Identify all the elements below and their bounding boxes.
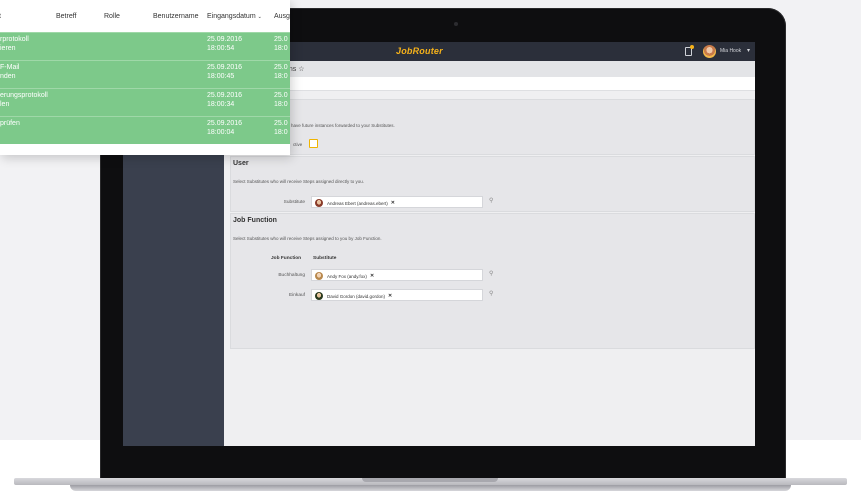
search-icon[interactable]: ⚲ [489, 290, 493, 297]
step-name-line2: ieren [0, 45, 16, 52]
step-name: F-Mail [0, 64, 20, 71]
inbox-rows: rprotokoll ieren 25.09.2016 18:00:54 25.… [0, 32, 290, 144]
column-header[interactable]: Rolle [104, 13, 120, 20]
step-name: erungsprotokoll [0, 92, 48, 99]
received-date: 25.09.2016 [207, 36, 243, 43]
column-header-sorted[interactable]: Eingangsdatum ⌄ [207, 13, 262, 20]
column-header[interactable]: Ausg [274, 13, 290, 20]
remove-icon[interactable]: ✕ [370, 273, 374, 279]
substitute-chip: Andreas Ebert (andreas.ebert) ✕ [315, 199, 395, 207]
substitute-settings-panel: have future instances forwarded to your … [230, 99, 755, 155]
user-panel: User Select Substitutes who will receive… [230, 156, 755, 212]
job-function-section-description: Select Substitutes who will receive Step… [233, 236, 382, 241]
user-section-description: Select Substitutes who will receive Step… [233, 179, 365, 184]
substitute-chip-label: Andy Fox (andy.fox) [327, 273, 367, 279]
column-header[interactable]: t [0, 13, 1, 20]
job-function-section-title: Job Function [233, 217, 277, 224]
caret-down-icon[interactable]: ▾ [747, 47, 750, 54]
column-header[interactable]: Benutzername [153, 13, 199, 20]
laptop-camera [454, 22, 458, 26]
table-row[interactable]: F-Mail nden 25.09.2016 18:00:45 25.0 18:… [0, 60, 290, 88]
job-function-name: Buchhaltung [278, 273, 305, 278]
substitute-chip-label: David Gordon (david.gordon) [327, 293, 386, 299]
substitute-chip: Andy Fox (andy.fox) ✕ [315, 272, 374, 280]
search-icon[interactable]: ⚲ [489, 270, 493, 277]
avatar [315, 199, 323, 207]
avatar [315, 272, 323, 280]
substitute-field[interactable]: Andreas Ebert (andreas.ebert) ✕ [311, 196, 483, 208]
user-section-title: User [233, 160, 249, 167]
table-header: t Betreff Rolle Benutzername Eingangsdat… [0, 0, 290, 32]
job-function-name: Einkauf [289, 293, 305, 298]
main-content: ons ☆ have future instances forwarded to… [224, 61, 755, 446]
sort-caret-icon: ⌄ [257, 14, 262, 20]
laptop-base-edge [70, 485, 791, 491]
step-name-line2: len [0, 101, 10, 108]
user-name[interactable]: Mia Hook [720, 48, 741, 54]
out-date: 25.0 [274, 36, 288, 43]
out-date: 25.0 [274, 92, 288, 99]
substitute-chip: David Gordon (david.gordon) ✕ [315, 292, 392, 300]
step-name: prüfen [0, 120, 20, 127]
out-date: 25.0 [274, 64, 288, 71]
active-checkbox[interactable] [309, 139, 318, 148]
col-job-function: Job Function [271, 256, 302, 261]
sub-title-bar [224, 77, 755, 91]
substitute-chip-label: Andreas Ebert (andreas.ebert) [327, 200, 388, 206]
step-name: rprotokoll [0, 36, 29, 43]
out-time: 18:0 [274, 101, 288, 108]
intro-text: have future instances forwarded to your … [291, 123, 395, 128]
table-row[interactable]: erungsprotokoll len 25.09.2016 18:00:34 … [0, 88, 290, 116]
step-name-line2: nden [0, 73, 16, 80]
laptop-notch [362, 478, 498, 482]
brand-logo: JobRouter [396, 46, 443, 56]
substitute-label: Substitute [283, 200, 305, 205]
stage: JobRouter Mia Hook ▾ ons ☆ have future i… [0, 0, 861, 496]
received-time: 18:00:34 [207, 101, 235, 108]
out-date: 25.0 [274, 120, 288, 127]
substitute-field[interactable]: Andy Fox (andy.fox) ✕ [311, 269, 483, 281]
table-row[interactable]: prüfen 25.09.2016 18:00:04 25.0 18:0 [0, 116, 290, 144]
out-time: 18:0 [274, 129, 288, 136]
received-date: 25.09.2016 [207, 92, 243, 99]
remove-icon[interactable]: ✕ [391, 200, 395, 206]
out-time: 18:0 [274, 73, 288, 80]
column-header[interactable]: Betreff [56, 13, 77, 20]
column-header-label: Eingangsdatum [207, 13, 256, 20]
table-row[interactable]: rprotokoll ieren 25.09.2016 18:00:54 25.… [0, 32, 290, 60]
search-icon[interactable]: ⚲ [489, 197, 493, 204]
substitute-field[interactable]: David Gordon (david.gordon) ✕ [311, 289, 483, 301]
avatar [315, 292, 323, 300]
out-time: 18:0 [274, 45, 288, 52]
received-time: 18:00:54 [207, 45, 235, 52]
remove-icon[interactable]: ✕ [388, 293, 392, 299]
job-function-panel: Job Function Select Substitutes who will… [230, 213, 755, 349]
received-time: 18:00:45 [207, 73, 235, 80]
inbox-card: t Betreff Rolle Benutzername Eingangsdat… [0, 0, 290, 155]
active-label: ctive [293, 142, 303, 147]
col-substitute: Substitute [313, 256, 337, 261]
received-date: 25.09.2016 [207, 120, 243, 127]
title-bar: ons ☆ [224, 61, 755, 77]
received-date: 25.09.2016 [207, 64, 243, 71]
notification-badge [690, 45, 694, 49]
avatar[interactable] [703, 45, 716, 58]
received-time: 18:00:04 [207, 129, 235, 136]
